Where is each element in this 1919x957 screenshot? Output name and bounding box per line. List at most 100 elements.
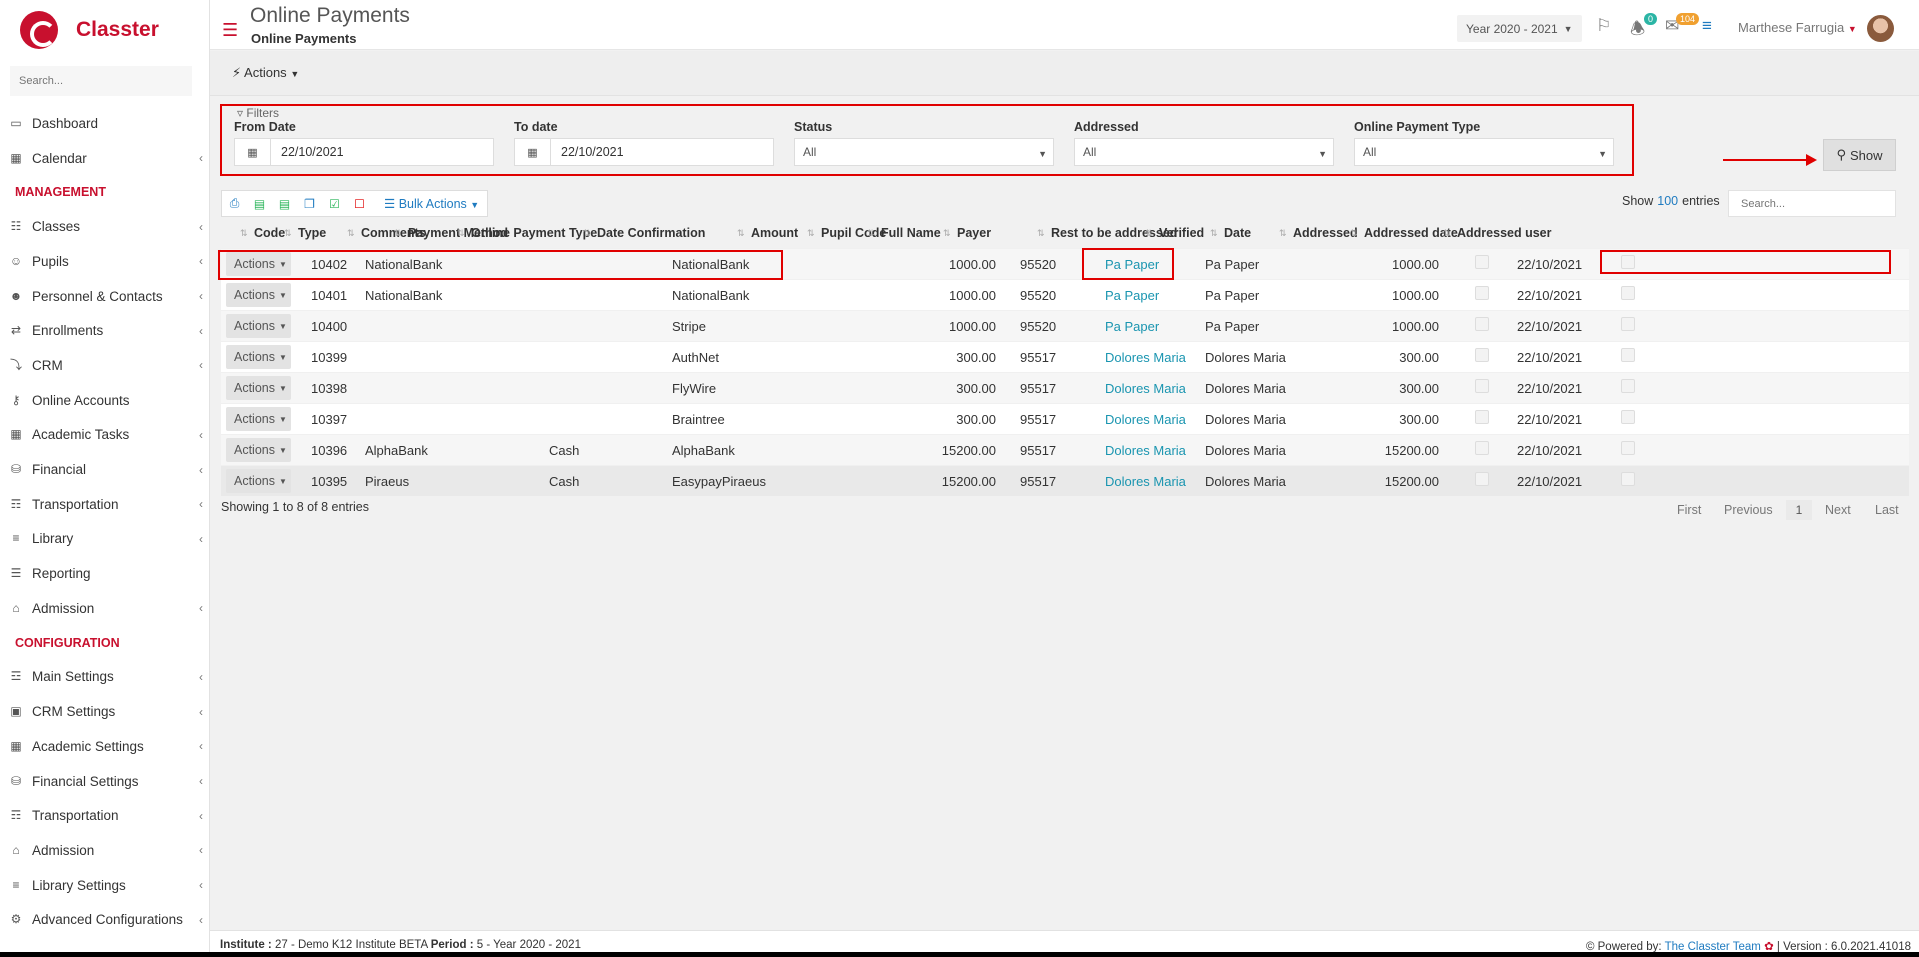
sidebar-item-academic-settings[interactable]: ▦ Academic Settings ‹ — [0, 729, 209, 764]
sidebar-item-calendar[interactable]: ▦ Calendar ‹ — [0, 141, 209, 176]
sort-icon[interactable]: ⇅ — [347, 228, 355, 239]
verified-checkbox[interactable] — [1475, 379, 1489, 393]
row-actions-button[interactable]: Actions ▼ — [226, 252, 291, 276]
verified-checkbox[interactable] — [1475, 410, 1489, 424]
user-name[interactable]: Marthese Farrugia ▼ — [1738, 20, 1857, 35]
status-select[interactable]: All ▼ — [794, 138, 1054, 166]
check-all-icon[interactable]: ☑ — [322, 197, 347, 211]
row-actions-button[interactable]: Actions ▼ — [226, 345, 291, 369]
sidebar-item-financial-settings[interactable]: ⛁ Financial Settings ‹ — [0, 764, 209, 799]
csv-icon[interactable]: ▤ — [247, 197, 272, 211]
table-row[interactable]: Actions ▼ 10399 AuthNet 300.00 95517 Dolores M… — [221, 341, 1909, 372]
sort-icon[interactable]: ⇅ — [737, 228, 745, 239]
sidebar-item-reporting[interactable]: ☰ Reporting — [0, 556, 209, 591]
bulk-actions-button[interactable]: ☰ Bulk Actions ▼ — [384, 196, 479, 211]
table-row[interactable]: Actions ▼ 10401 NationalBank NationalBank 100… — [221, 279, 1909, 310]
cell-full-name-link[interactable]: Dolores Maria — [1105, 350, 1186, 365]
logo[interactable]: Classter — [0, 0, 209, 60]
sort-icon[interactable]: ⇅ — [943, 228, 951, 239]
row-actions-button[interactable]: Actions ▼ — [226, 314, 291, 338]
column-header-addressed-user[interactable]: Addressed user — [1457, 226, 1551, 240]
sidebar-search-input[interactable] — [10, 66, 192, 96]
cell-full-name-link[interactable]: Pa Paper — [1105, 319, 1159, 334]
verified-checkbox[interactable] — [1475, 441, 1489, 455]
calendar-icon[interactable]: ▦ — [235, 139, 271, 165]
hamburger-menu-icon[interactable]: ☰ — [222, 20, 238, 41]
addressed-checkbox[interactable] — [1621, 379, 1635, 393]
addressed-checkbox[interactable] — [1621, 441, 1635, 455]
sidebar-item-crm[interactable]: ⤵ CRM ‹ — [0, 348, 209, 383]
sidebar-item-admission[interactable]: ⌂ Admission ‹ — [0, 591, 209, 626]
row-actions-button[interactable]: Actions ▼ — [226, 407, 291, 431]
column-header-date[interactable]: Date — [1224, 226, 1251, 240]
column-header-amount[interactable]: Amount — [751, 226, 798, 240]
cell-full-name-link[interactable]: Dolores Maria — [1105, 381, 1186, 396]
addressed-checkbox[interactable] — [1621, 286, 1635, 300]
uncheck-all-icon[interactable]: ☐ — [347, 197, 372, 211]
sidebar-item-library-settings[interactable]: ≡ Library Settings ‹ — [0, 868, 209, 903]
pager-last[interactable]: Last — [1875, 503, 1899, 517]
sort-icon[interactable]: ⇅ — [284, 228, 292, 239]
sidebar-item-library[interactable]: ≡ Library ‹ — [0, 522, 209, 557]
sidebar-item-transportation[interactable]: ☶ Transportation ‹ — [0, 798, 209, 833]
to-date-input[interactable]: ▦ 22/10/2021 — [514, 138, 774, 166]
column-header-full-name[interactable]: Full Name — [881, 226, 941, 240]
addressed-select[interactable]: All ▼ — [1074, 138, 1334, 166]
sort-icon[interactable]: ⇅ — [1279, 228, 1287, 239]
cell-full-name-link[interactable]: Dolores Maria — [1105, 443, 1186, 458]
sort-icon[interactable]: ⇅ — [457, 228, 465, 239]
sidebar-item-classes[interactable]: ☷ Classes ‹ — [0, 209, 209, 244]
sort-icon[interactable]: ⇅ — [807, 228, 815, 239]
column-header-date-confirmation[interactable]: Date Confirmation — [597, 226, 705, 240]
payment-type-select[interactable]: All ▼ — [1354, 138, 1614, 166]
sort-icon[interactable]: ⇅ — [394, 228, 402, 239]
sidebar-item-academic-tasks[interactable]: ▦ Academic Tasks ‹ — [0, 418, 209, 453]
sidebar-item-transportation[interactable]: ☶ Transportation ‹ — [0, 487, 209, 522]
sidebar-item-online-accounts[interactable]: ⚷ Online Accounts — [0, 383, 209, 418]
show-button[interactable]: ⚲ Show — [1823, 139, 1896, 171]
column-header-pupil-code[interactable]: Pupil Code — [821, 226, 886, 240]
verified-checkbox[interactable] — [1475, 286, 1489, 300]
from-date-input[interactable]: ▦ 22/10/2021 — [234, 138, 494, 166]
actions-dropdown-button[interactable]: ⚡ Actions ▼ — [232, 65, 299, 81]
table-row[interactable]: Actions ▼ 10402 NationalBank NationalBank 100… — [221, 248, 1909, 279]
sort-icon[interactable]: ⇅ — [867, 228, 875, 239]
row-actions-button[interactable]: Actions ▼ — [226, 376, 291, 400]
addressed-checkbox[interactable] — [1621, 255, 1635, 269]
table-row[interactable]: Actions ▼ 10396 AlphaBank Cash AlphaBank 15200… — [221, 434, 1909, 465]
sort-icon[interactable]: ⇅ — [583, 228, 591, 239]
verified-checkbox[interactable] — [1475, 348, 1489, 362]
row-actions-button[interactable]: Actions ▼ — [226, 438, 291, 462]
sidebar-item-advanced-configurations[interactable]: ⚙ Advanced Configurations ‹ — [0, 902, 209, 937]
year-select[interactable]: Year 2020 - 2021 ▼ — [1457, 15, 1582, 42]
bell-icon[interactable]: 🕭 — [1630, 16, 1645, 45]
flag-icon[interactable]: ⚐ — [1596, 16, 1611, 36]
sidebar-item-personnel-contacts[interactable]: ☻ Personnel & Contacts ‹ — [0, 279, 209, 314]
print-icon[interactable]: ⎙ — [222, 196, 247, 211]
sidebar-item-pupils[interactable]: ☺ Pupils ‹ — [0, 244, 209, 279]
addressed-checkbox[interactable] — [1621, 348, 1635, 362]
avatar[interactable] — [1867, 15, 1894, 42]
sort-icon[interactable]: ⇅ — [240, 228, 248, 239]
table-search-input[interactable] — [1728, 190, 1896, 217]
column-header-verified[interactable]: Verified — [1159, 226, 1204, 240]
row-actions-button[interactable]: Actions ▼ — [226, 469, 291, 493]
sort-icon[interactable]: ⇅ — [1443, 228, 1451, 239]
column-header-online-payment-type[interactable]: Online Payment Type — [471, 226, 597, 240]
sort-icon[interactable]: ⇅ — [1210, 228, 1218, 239]
pager-next[interactable]: Next — [1825, 503, 1851, 517]
layers-icon[interactable]: ≡ — [1702, 16, 1712, 36]
table-row[interactable]: Actions ▼ 10397 Braintree 300.00 95517 Dolores… — [221, 403, 1909, 434]
column-header-type[interactable]: Type — [298, 226, 326, 240]
sidebar-item-crm-settings[interactable]: ▣ CRM Settings ‹ — [0, 694, 209, 729]
verified-checkbox[interactable] — [1475, 472, 1489, 486]
addressed-checkbox[interactable] — [1621, 317, 1635, 331]
sort-icon[interactable]: ⇅ — [1145, 228, 1153, 239]
sidebar-item-financial[interactable]: ⛁ Financial ‹ — [0, 452, 209, 487]
pager-previous[interactable]: Previous — [1724, 503, 1773, 517]
entries-count-select[interactable]: 100 — [1657, 194, 1678, 208]
sort-icon[interactable]: ⇅ — [1350, 228, 1358, 239]
pager-first[interactable]: First — [1677, 503, 1701, 517]
table-row[interactable]: Actions ▼ 10395 Piraeus Cash EasypayPiraeus 15… — [221, 465, 1909, 496]
column-header-addressed[interactable]: Addressed — [1293, 226, 1358, 240]
